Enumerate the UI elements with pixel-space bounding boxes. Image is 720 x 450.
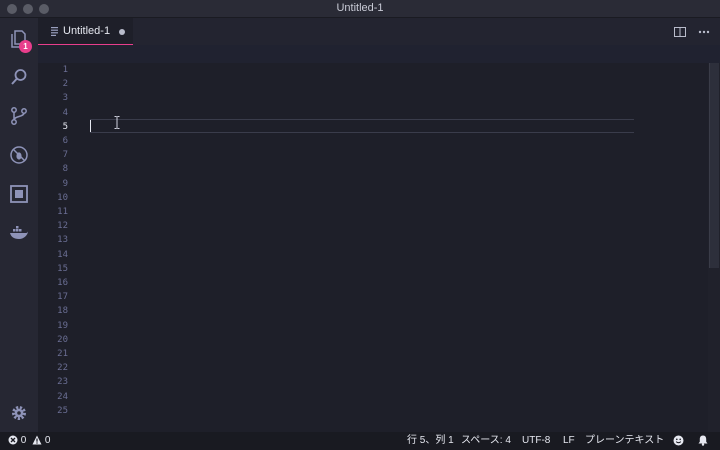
activity-extensions[interactable]	[0, 175, 38, 213]
line-number: 15	[57, 263, 68, 274]
current-line-highlight	[90, 119, 634, 133]
line-number: 14	[57, 249, 68, 260]
activity-source-control[interactable]	[0, 97, 38, 135]
line-number: 7	[62, 150, 68, 161]
vertical-scrollbar[interactable]	[708, 63, 720, 432]
line-number: 4	[62, 107, 68, 118]
unsaved-dot-icon[interactable]	[119, 29, 125, 35]
line-number: 9	[62, 178, 68, 189]
line-number: 2	[62, 79, 68, 90]
line-number: 23	[57, 377, 68, 388]
warning-icon	[32, 435, 42, 445]
line-number: 19	[57, 320, 68, 331]
tab-bar: Untitled-1	[38, 18, 720, 45]
activity-search[interactable]	[0, 58, 38, 96]
line-number: 25	[57, 405, 68, 416]
problems-indicator[interactable]: 0 0	[8, 435, 50, 447]
activity-explorer[interactable]: 1	[0, 20, 38, 58]
extensions-icon	[10, 185, 28, 203]
error-count: 0	[20, 435, 27, 446]
activity-debug[interactable]	[0, 136, 38, 174]
notifications-button[interactable]	[698, 435, 708, 447]
docker-icon	[10, 226, 28, 239]
scrollbar-thumb[interactable]	[709, 63, 719, 268]
line-number: 18	[57, 306, 68, 317]
title-bar: Untitled-1	[0, 0, 720, 18]
line-number: 21	[57, 349, 68, 359]
tab-label: Untitled-1	[63, 25, 111, 37]
encoding-setting[interactable]: UTF-8	[522, 435, 550, 447]
line-number: 22	[57, 363, 68, 374]
activity-settings[interactable]	[0, 394, 38, 432]
line-number: 24	[57, 391, 68, 402]
line-number: 11	[57, 207, 68, 217]
gear-icon	[12, 406, 26, 420]
line-number: 8	[62, 164, 68, 175]
split-editor-icon	[674, 27, 686, 37]
debug-icon	[10, 146, 28, 164]
editor-header-strip	[38, 45, 720, 63]
error-icon	[8, 435, 18, 445]
line-number-gutter: 1 2 3 4 5 6 7 8 9 10 11 12 13 14 15 16 17 18 19 20 21 22 23 24 2…	[38, 63, 72, 432]
cursor-position[interactable]: 行 5、列 1	[407, 435, 454, 447]
line-number: 3	[62, 93, 68, 104]
line-number: 10	[57, 192, 68, 203]
split-editor-button[interactable]	[671, 23, 689, 41]
line-number: 16	[57, 278, 68, 288]
ibeam-cursor-icon	[114, 116, 120, 129]
explorer-badge: 1	[19, 40, 32, 53]
line-number: 5	[62, 121, 68, 132]
line-number: 1	[62, 65, 68, 75]
more-actions-icon	[698, 30, 710, 34]
line-number: 13	[57, 235, 68, 246]
indentation-setting[interactable]: スペース: 4	[461, 435, 511, 447]
tab-untitled-1[interactable]: Untitled-1	[38, 18, 133, 45]
more-actions-button[interactable]	[695, 23, 713, 41]
source-control-icon	[11, 107, 27, 125]
text-cursor	[90, 120, 91, 132]
text-file-icon	[51, 27, 58, 36]
language-mode[interactable]: プレーンテキスト	[585, 435, 664, 447]
status-bar: 0 0 行 5、列 1 スペース: 4 UTF-8 LF プレーンテキスト	[0, 432, 720, 450]
activity-bar: 1	[0, 18, 38, 432]
feedback-button[interactable]	[673, 435, 684, 447]
activity-docker[interactable]	[0, 214, 38, 252]
editor-area[interactable]: 1 2 3 4 5 6 7 8 9 10 11 12 13 14 15 16 17 18 19 20 21 22 23 24 2…	[38, 63, 720, 432]
line-number: 20	[57, 334, 68, 345]
line-number: 17	[57, 292, 68, 303]
line-ending-setting[interactable]: LF	[563, 435, 575, 447]
window-title: Untitled-1	[336, 2, 384, 14]
bell-icon	[698, 435, 708, 446]
search-icon	[11, 69, 27, 85]
warning-count: 0	[44, 435, 51, 446]
smiley-icon	[673, 435, 684, 446]
line-number: 12	[57, 221, 68, 232]
line-number: 6	[62, 136, 68, 146]
